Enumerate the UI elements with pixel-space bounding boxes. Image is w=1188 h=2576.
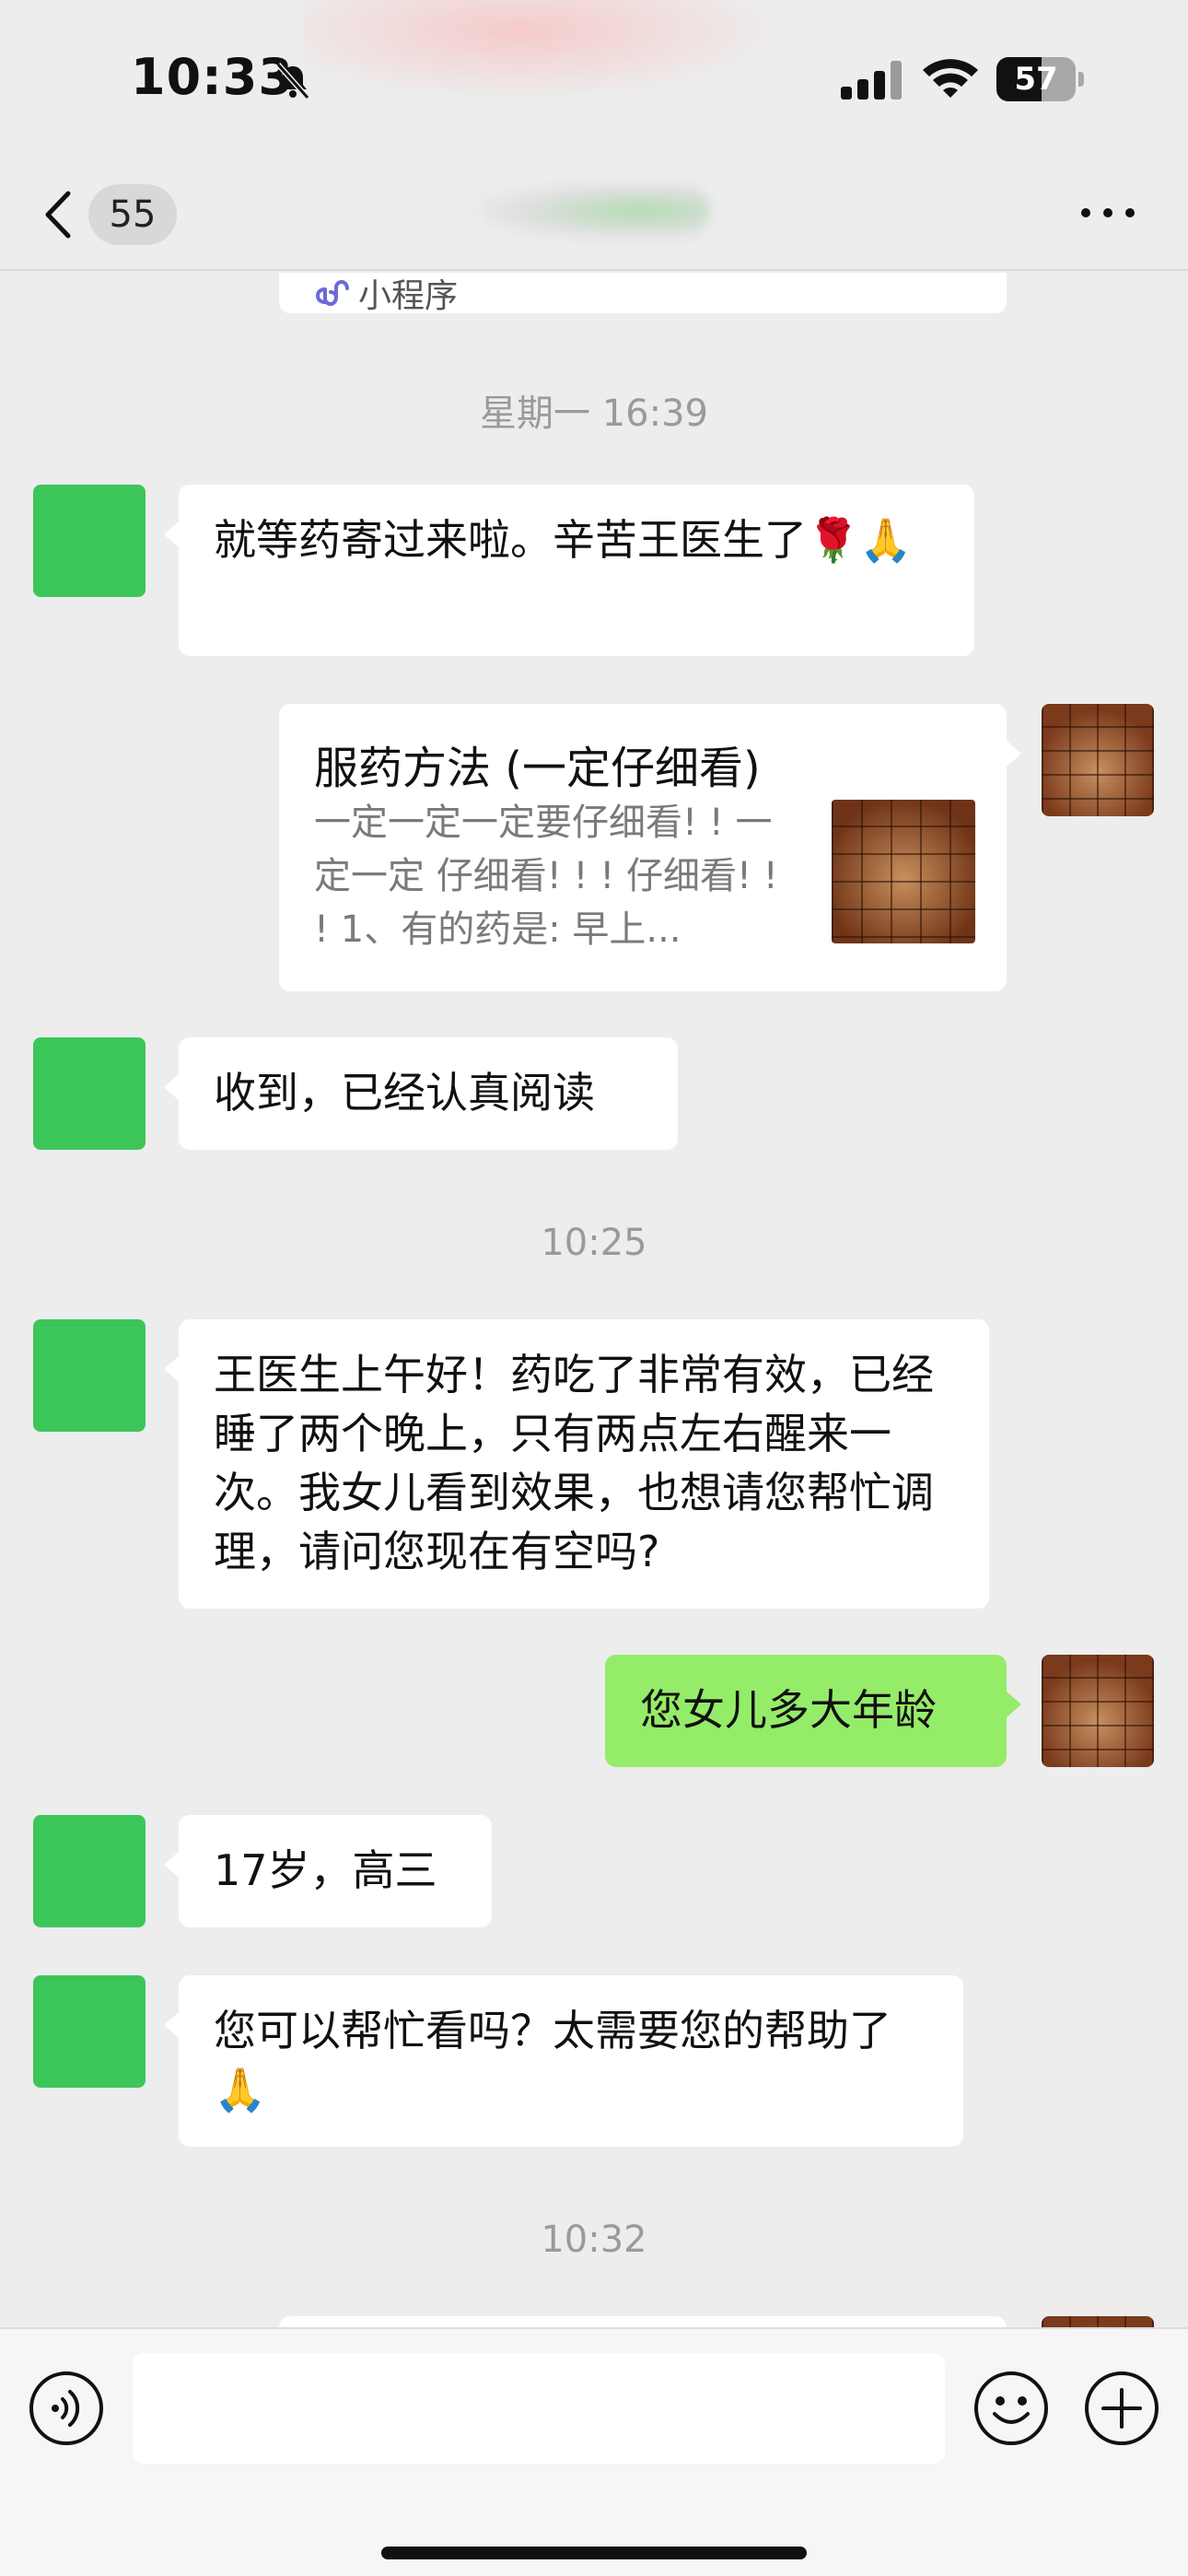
wifi-icon bbox=[923, 59, 978, 98]
contact-avatar[interactable] bbox=[33, 485, 146, 597]
input-bar bbox=[0, 2327, 1188, 2576]
back-button[interactable]: 55 bbox=[37, 177, 184, 251]
article-card-partial[interactable] bbox=[279, 2316, 1007, 2327]
message-input[interactable] bbox=[133, 2353, 945, 2464]
status-bar: 10:33 57 bbox=[0, 0, 1188, 157]
sent-message-bubble[interactable]: 您女儿多大年龄 bbox=[605, 1655, 1021, 1767]
message-text: 您女儿多大年龄 bbox=[640, 1685, 937, 1735]
status-bar-blur bbox=[304, 0, 783, 101]
emoji-icon[interactable] bbox=[973, 2370, 1050, 2447]
doctor-avatar[interactable] bbox=[1042, 2316, 1154, 2327]
battery-icon: 57 bbox=[996, 57, 1084, 101]
chevron-left-icon bbox=[45, 191, 71, 239]
bell-slash-icon bbox=[275, 63, 310, 100]
message-bubble[interactable]: 王医生上午好！药吃了非常有效，已经睡了两个晚上，只有两点左右醒来一次。我女儿看到… bbox=[164, 1319, 989, 1609]
plus-icon[interactable] bbox=[1083, 2370, 1160, 2447]
mini-program-label: 小程序 bbox=[358, 277, 459, 315]
chat-title-blurred bbox=[479, 182, 709, 240]
article-card[interactable]: 服药方法 (一定仔细看) 一定一定一定要仔细看! ! 一定一定 仔细看! ! !… bbox=[279, 704, 1021, 991]
contact-avatar[interactable] bbox=[33, 1037, 146, 1150]
doctor-avatar[interactable] bbox=[1042, 704, 1154, 816]
cellular-signal-icon bbox=[841, 61, 902, 100]
contact-avatar[interactable] bbox=[33, 1975, 146, 2088]
battery-percentage: 57 bbox=[1014, 61, 1058, 98]
chat-header: 55 bbox=[0, 157, 1188, 271]
message-text: 您可以帮忙看吗？太需要您的帮助了🙏 bbox=[214, 2006, 891, 2114]
article-description: 一定一定一定要仔细看! ! 一定一定 仔细看! ! ! 仔细看! ! ! 1、有… bbox=[314, 802, 778, 951]
message-text: 17岁，高三 bbox=[214, 1845, 437, 1895]
home-indicator bbox=[381, 2547, 807, 2559]
article-title: 服药方法 (一定仔细看) bbox=[314, 743, 761, 794]
unread-count-badge: 55 bbox=[88, 184, 177, 245]
message-bubble[interactable]: 17岁，高三 bbox=[164, 1815, 492, 1927]
message-bubble[interactable]: 就等药寄过来啦。辛苦王医生了🌹🙏 bbox=[164, 485, 974, 656]
message-text: 收到，已经认真阅读 bbox=[214, 1068, 595, 1118]
mini-program-icon bbox=[315, 279, 349, 307]
voice-icon[interactable] bbox=[28, 2370, 105, 2447]
message-text: 就等药寄过来啦。辛苦王医生了🌹🙏 bbox=[214, 515, 913, 565]
more-dots-icon bbox=[1081, 208, 1090, 217]
contact-avatar[interactable] bbox=[33, 1815, 146, 1927]
timestamp: 10:25 bbox=[541, 1222, 647, 1264]
mini-program-card[interactable]: 小程序 bbox=[279, 273, 1007, 315]
status-time: 10:33 bbox=[131, 48, 294, 106]
doctor-avatar[interactable] bbox=[1042, 1655, 1154, 1767]
message-bubble[interactable]: 您可以帮忙看吗？太需要您的帮助了🙏 bbox=[164, 1975, 963, 2147]
timestamp: 星期一 16:39 bbox=[480, 392, 708, 435]
more-button[interactable] bbox=[1076, 184, 1140, 240]
article-thumbnail bbox=[832, 800, 975, 943]
message-text: 王医生上午好！药吃了非常有效，已经睡了两个晚上，只有两点左右醒来一次。我女儿看到… bbox=[214, 1350, 934, 1576]
message-bubble[interactable]: 收到，已经认真阅读 bbox=[164, 1037, 678, 1150]
contact-avatar[interactable] bbox=[33, 1319, 146, 1432]
timestamp: 10:32 bbox=[541, 2219, 647, 2261]
chat-messages[interactable]: 小程序 星期一 16:39 就等药寄过来啦。辛苦王医生了🌹🙏 服药方法 (一定仔… bbox=[0, 273, 1188, 2327]
